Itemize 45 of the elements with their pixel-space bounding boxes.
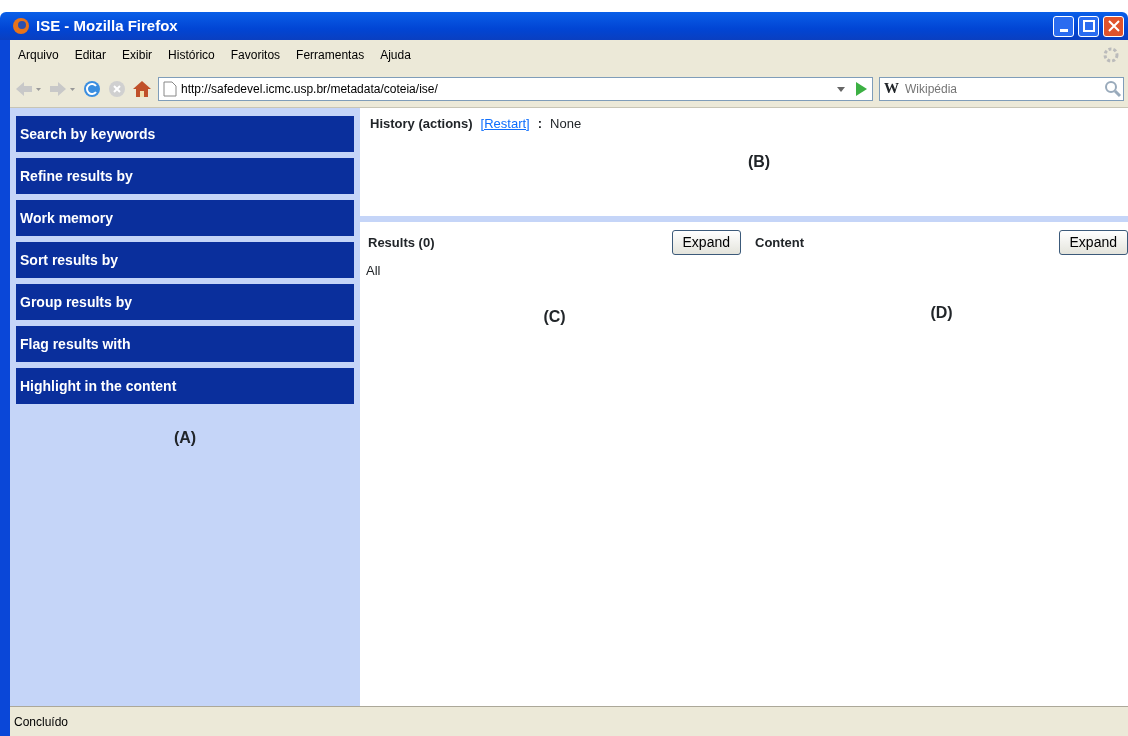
search-bar[interactable]: W Wikipédia xyxy=(879,76,1124,101)
expand-button[interactable]: Expand xyxy=(671,230,741,255)
history-heading: History (actions) xyxy=(370,115,473,133)
menu-item[interactable]: Ajuda xyxy=(372,44,419,66)
sidebar-item[interactable]: Search by keywords xyxy=(16,116,354,152)
maximize-button[interactable] xyxy=(1078,15,1099,37)
close-icon xyxy=(1107,20,1120,32)
home-icon[interactable] xyxy=(132,79,152,98)
reload-icon[interactable] xyxy=(82,78,102,99)
separator-colon: : xyxy=(537,115,543,133)
results-heading: Results (0) xyxy=(368,233,435,252)
close-button[interactable] xyxy=(1103,15,1124,37)
maximize-icon xyxy=(1082,20,1095,32)
sidebar-item[interactable]: Highlight in the content xyxy=(16,368,354,404)
panel-label: (A) xyxy=(173,429,197,446)
history-value: None xyxy=(550,115,582,133)
search-icon[interactable] xyxy=(1103,78,1123,99)
menu-item[interactable]: Exibir xyxy=(114,44,161,66)
sidebar-item[interactable]: Sort results by xyxy=(16,242,354,278)
sidebar-item[interactable]: Group results by xyxy=(16,284,354,320)
search-engine-logo[interactable]: W xyxy=(880,77,903,100)
menu-item[interactable]: Editar xyxy=(66,44,115,66)
menu-item[interactable]: Arquivo xyxy=(10,44,67,66)
menu-item[interactable]: Ferramentas xyxy=(288,44,373,66)
throbber-icon xyxy=(1102,46,1120,64)
status-text: Concluído xyxy=(14,713,69,731)
window-title: ISE - Mozilla Firefox xyxy=(36,15,178,36)
page-icon xyxy=(163,80,177,97)
sidebar-item[interactable]: Refine results by xyxy=(16,158,354,194)
filter-option[interactable]: All xyxy=(366,261,381,281)
browser-logo-icon xyxy=(12,17,30,35)
panel-label: (D) xyxy=(930,304,953,321)
minimize-icon xyxy=(1059,28,1068,32)
expand-button[interactable]: Expand xyxy=(1058,230,1128,255)
panel-label: (C) xyxy=(543,307,566,325)
sidebar-item[interactable]: Flag results with xyxy=(16,326,354,362)
sidebar-item[interactable]: Work memory xyxy=(16,200,354,236)
minimize-button[interactable] xyxy=(1053,15,1074,37)
restart-link[interactable]: [Restart] xyxy=(480,114,530,134)
menu-item[interactable]: Favoritos xyxy=(222,44,289,66)
address-bar[interactable]: http://safedevel.icmc.usp.br/metadata/coteia/ise/ xyxy=(158,76,873,101)
url-field[interactable]: http://safedevel.icmc.usp.br/metadata/coteia/ise/ xyxy=(177,78,832,99)
panel-label: (B) xyxy=(747,152,771,170)
menu-item[interactable]: Histórico xyxy=(160,44,223,66)
content-heading: Content xyxy=(755,233,805,252)
